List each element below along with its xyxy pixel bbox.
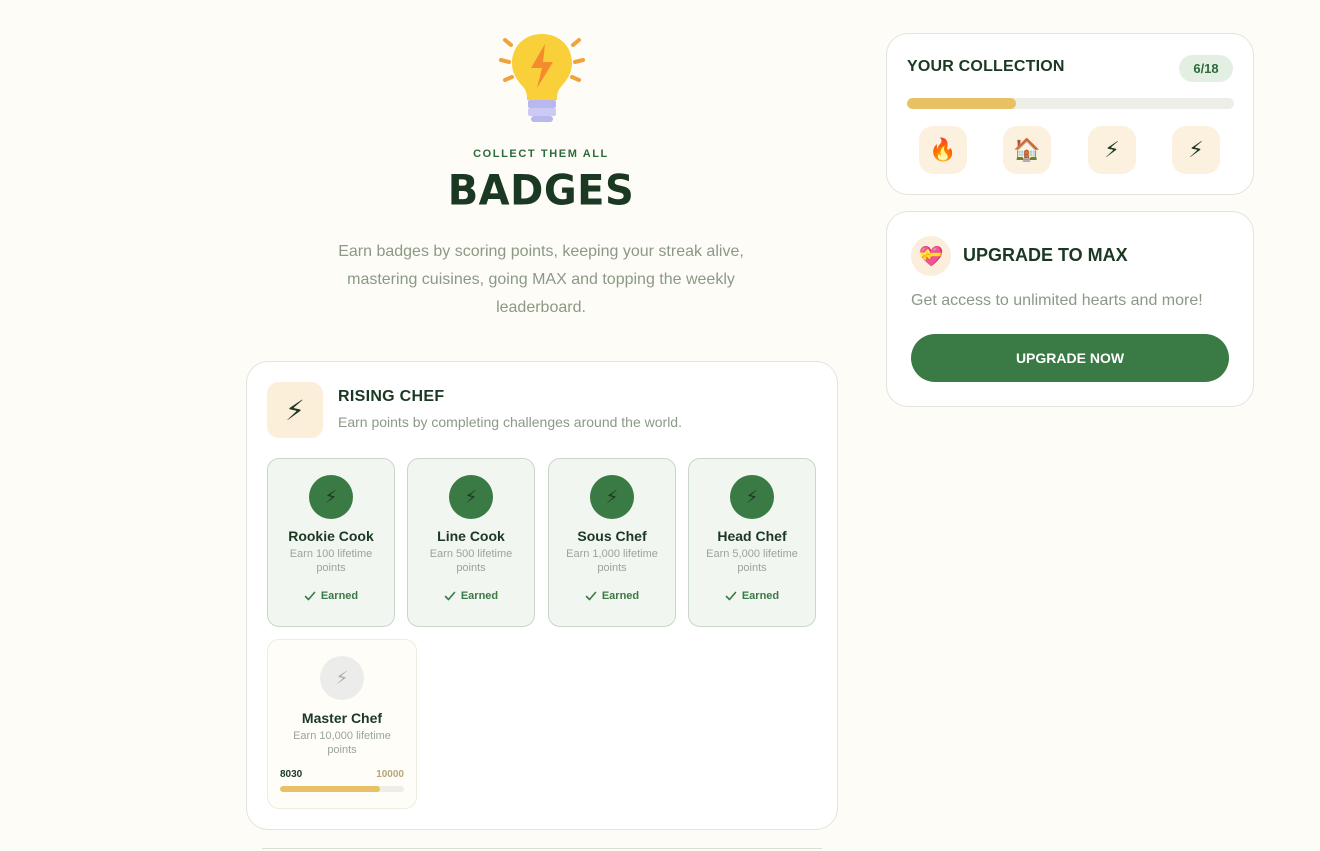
lightning-icon: ⚡ xyxy=(309,475,353,519)
eyebrow-text: COLLECT THEM ALL xyxy=(473,148,609,160)
badge-status-label: Earned xyxy=(741,590,780,602)
lightning-icon[interactable]: ⚡ xyxy=(1172,126,1220,174)
badge-card-head-chef[interactable]: ⚡ Head Chef Earn 5,000 lifetime points E… xyxy=(688,458,816,627)
badge-progress-numbers: 8030 10000 xyxy=(280,769,404,780)
lightning-icon: ⚡ xyxy=(590,475,634,519)
upgrade-title: UPGRADE TO MAX xyxy=(963,245,1128,265)
badge-status-label: Earned xyxy=(320,590,359,602)
badge-status: Earned xyxy=(689,590,815,602)
badge-name: Head Chef xyxy=(717,528,787,544)
badge-card-line-cook[interactable]: ⚡ Line Cook Earn 500 lifetime points Ear… xyxy=(407,458,535,627)
lightbulb-icon xyxy=(499,34,585,122)
page-subtitle: Earn badges by scoring points, keeping y… xyxy=(338,243,744,316)
badge-card-rookie-cook[interactable]: ⚡ Rookie Cook Earn 100 lifetime points E… xyxy=(267,458,395,627)
badge-name: Master Chef xyxy=(301,710,383,726)
upgrade-subtitle: Get access to unlimited hearts and more! xyxy=(911,292,1203,309)
badge-status: Earned xyxy=(549,590,675,602)
upgrade-now-button[interactable]: UPGRADE NOW xyxy=(911,334,1229,382)
check-icon xyxy=(585,591,597,601)
collection-progress-bar xyxy=(907,98,1234,109)
badge-description: Earn 5,000 lifetime points xyxy=(706,548,798,574)
badge-card-master-chef[interactable]: ⚡ Master Chef Earn 10,000 lifetime point… xyxy=(267,639,417,809)
collection-title: YOUR COLLECTION xyxy=(907,58,1065,75)
badge-description: Earn 500 lifetime points xyxy=(429,548,513,574)
next-card-edge xyxy=(262,848,822,849)
collection-count-badge: 6/18 xyxy=(1179,55,1233,82)
progress-target: 10000 xyxy=(376,769,404,780)
lightning-icon: ⚡ xyxy=(730,475,774,519)
badge-status-label: Earned xyxy=(601,590,640,602)
category-description: Earn points by completing challenges aro… xyxy=(338,414,682,430)
check-icon xyxy=(725,591,737,601)
badge-name: Rookie Cook xyxy=(288,528,374,544)
badge-description: Earn 100 lifetime points xyxy=(289,548,373,574)
fire-icon[interactable]: 🔥 xyxy=(919,126,967,174)
page-title: BADGES xyxy=(447,166,635,216)
collection-panel: YOUR COLLECTION 6/18 🔥 🏠 ⚡ ⚡ xyxy=(886,33,1254,195)
badge-status: Earned xyxy=(408,590,534,602)
badge-description: Earn 10,000 lifetime points xyxy=(293,730,391,756)
lightning-icon-locked: ⚡ xyxy=(320,656,364,700)
badge-description: Earn 1,000 lifetime points xyxy=(566,548,658,574)
collection-progress-fill xyxy=(907,98,1016,109)
check-icon xyxy=(444,591,456,601)
badge-status-label: Earned xyxy=(460,590,499,602)
house-icon[interactable]: 🏠 xyxy=(1003,126,1051,174)
lightning-icon: ⚡ xyxy=(449,475,493,519)
badge-name: Line Cook xyxy=(437,528,505,544)
badge-card-sous-chef[interactable]: ⚡ Sous Chef Earn 1,000 lifetime points E… xyxy=(548,458,676,627)
upgrade-panel: 💝 UPGRADE TO MAX Get access to unlimited… xyxy=(886,211,1254,407)
badge-progress-bar xyxy=(280,786,404,792)
check-icon xyxy=(304,591,316,601)
lightning-icon[interactable]: ⚡ xyxy=(1088,126,1136,174)
badge-name: Sous Chef xyxy=(577,528,647,544)
badge-progress-fill xyxy=(280,786,380,792)
heart-gift-icon: 💝 xyxy=(911,236,951,276)
lightning-icon: ⚡ xyxy=(267,382,323,438)
badge-status: Earned xyxy=(268,590,394,602)
progress-current: 8030 xyxy=(280,769,303,780)
badge-category-card: ⚡ RISING CHEF Earn points by completing … xyxy=(246,361,838,830)
category-title: RISING CHEF xyxy=(338,388,445,405)
